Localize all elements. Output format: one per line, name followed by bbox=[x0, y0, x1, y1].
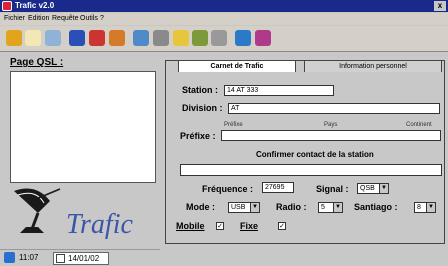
menu-outils[interactable]: Outils bbox=[80, 14, 98, 24]
menu-bar: Fichier Edition Requête Outils ? bbox=[0, 13, 448, 25]
santiago-value: 8 bbox=[417, 204, 421, 211]
santiago-label: Santiago : bbox=[354, 202, 398, 212]
fixe-checkbox[interactable]: ✓ bbox=[278, 222, 286, 230]
signal-select[interactable]: QSB ▼ bbox=[357, 183, 389, 194]
trafic-logo: Trafic bbox=[14, 188, 133, 240]
tab-carnet-de-trafic[interactable]: Carnet de Trafic bbox=[178, 60, 296, 72]
calendar-icon bbox=[56, 254, 65, 263]
qsl-page-box[interactable] bbox=[10, 71, 156, 183]
chevron-down-icon[interactable]: ▼ bbox=[333, 203, 342, 212]
edit-document-icon[interactable] bbox=[109, 30, 125, 46]
station-label: Station : bbox=[182, 85, 218, 95]
radio-select[interactable]: 5 ▼ bbox=[318, 202, 343, 213]
menu-requete[interactable]: Requête bbox=[52, 14, 78, 24]
date-text: 14/01/02 bbox=[68, 254, 100, 263]
satellite-icon[interactable] bbox=[255, 30, 271, 46]
printer-icon[interactable] bbox=[153, 30, 169, 46]
menu-edition[interactable]: Edition bbox=[28, 14, 49, 24]
mode-label: Mode : bbox=[186, 202, 215, 212]
status-bar: 11:07 14/01/02 bbox=[0, 249, 160, 266]
pencil-icon[interactable] bbox=[6, 30, 22, 46]
star-icon[interactable] bbox=[173, 30, 189, 46]
chevron-down-icon[interactable]: ▼ bbox=[250, 203, 259, 212]
globe-icon[interactable] bbox=[235, 30, 251, 46]
menu-help[interactable]: ? bbox=[100, 14, 104, 24]
left-pane: Page QSL : Trafic bbox=[0, 53, 160, 266]
mode-select[interactable]: USB ▼ bbox=[228, 202, 260, 213]
chevron-down-icon[interactable]: ▼ bbox=[379, 184, 388, 193]
station-input[interactable]: 14 AT 333 bbox=[224, 85, 334, 96]
mode-value: USB bbox=[231, 204, 246, 211]
radio-label: Radio : bbox=[276, 202, 307, 212]
gear-icon[interactable] bbox=[192, 30, 208, 46]
radio-value: 5 bbox=[321, 204, 325, 211]
blue-book-icon[interactable] bbox=[69, 30, 85, 46]
mobile-checkbox[interactable]: ✓ bbox=[216, 222, 224, 230]
toolbar bbox=[0, 26, 448, 52]
pays-sublabel: Pays bbox=[324, 122, 338, 128]
prefixe-sublabel: Préfixe bbox=[224, 122, 243, 128]
chevron-down-icon[interactable]: ▼ bbox=[426, 203, 435, 212]
signal-label: Signal : bbox=[316, 184, 349, 194]
save-book-icon[interactable] bbox=[45, 30, 61, 46]
time-display: 11:07 bbox=[19, 253, 39, 262]
menu-fichier[interactable]: Fichier bbox=[4, 14, 25, 24]
date-display: 14/01/02 bbox=[53, 252, 109, 265]
tab-information-personnel[interactable]: Information personnel bbox=[304, 60, 442, 72]
tools-icon[interactable] bbox=[211, 30, 227, 46]
title-bar: Trafic v2.0 x bbox=[0, 0, 448, 12]
prefixe-input[interactable] bbox=[221, 130, 441, 141]
app-icon bbox=[2, 1, 12, 11]
qsl-page-label: Page QSL : bbox=[10, 57, 64, 68]
search-icon[interactable] bbox=[133, 30, 149, 46]
continent-sublabel: Continent bbox=[406, 122, 432, 128]
mobile-label: Mobile bbox=[176, 221, 205, 231]
frequence-label: Fréquence : bbox=[202, 184, 254, 194]
book-red-icon[interactable] bbox=[89, 30, 105, 46]
division-input[interactable]: AT bbox=[228, 103, 440, 114]
confirm-heading: Confirmer contact de la station bbox=[256, 150, 374, 159]
prefixe-label: Préfixe : bbox=[180, 131, 216, 141]
window-title: Trafic v2.0 bbox=[15, 1, 55, 10]
signal-value: QSB bbox=[360, 185, 375, 192]
open-book-icon[interactable] bbox=[25, 30, 41, 46]
logo-text: Trafic bbox=[66, 209, 133, 240]
satellite-dish-icon bbox=[14, 188, 61, 233]
close-button[interactable]: x bbox=[434, 1, 446, 11]
santiago-select[interactable]: 8 ▼ bbox=[414, 202, 436, 213]
fixe-label: Fixe bbox=[240, 221, 259, 231]
confirm-input[interactable] bbox=[180, 164, 442, 176]
main-window: Trafic v2.0 x Fichier Edition Requête Ou… bbox=[0, 0, 448, 266]
division-label: Division : bbox=[182, 103, 223, 113]
clock-icon bbox=[4, 252, 15, 263]
carnet-panel: Carnet de Trafic Information personnel S… bbox=[165, 60, 445, 244]
frequence-input[interactable]: 27695 bbox=[262, 182, 294, 193]
